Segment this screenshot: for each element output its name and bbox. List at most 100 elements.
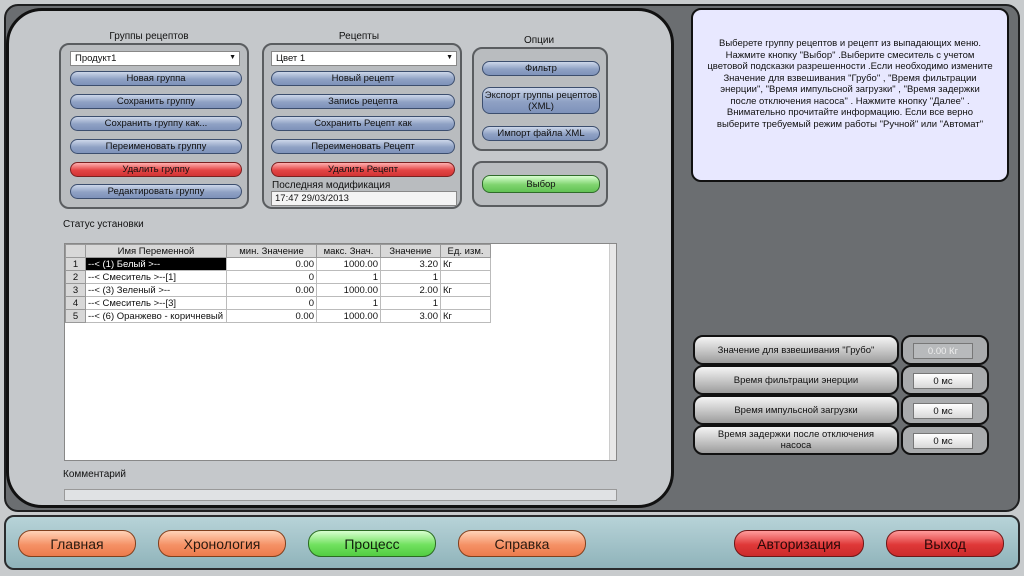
recipe-select-value: Цвет 1 xyxy=(276,53,306,64)
param-row-pulse-time: Время импульсной загрузки 0 мс xyxy=(693,395,991,425)
max-value-cell: 1000.00 xyxy=(316,283,381,297)
variable-name-cell: --< Смеситель >--[3] xyxy=(85,296,227,310)
param-label: Время импульсной загрузки xyxy=(693,395,899,425)
filter-time-value[interactable]: 0 мс xyxy=(913,373,973,389)
min-value-cell: 0.00 xyxy=(226,257,317,271)
options-box: Фильтр Экспорт группы рецептов (XML) Имп… xyxy=(472,47,608,151)
status-grid: Имя Переменной мин. Значение макс. Знач.… xyxy=(65,244,491,323)
unit-cell: Кг xyxy=(440,257,491,271)
param-label: Время задержки после отключения насоса xyxy=(693,425,899,455)
table-row[interactable]: 4 --< Смеситель >--[3] 0 1 1 xyxy=(65,296,491,310)
param-value-frame: 0 мс xyxy=(901,425,989,455)
row-number: 3 xyxy=(65,283,86,297)
rename-recipe-button[interactable]: Переименовать Рецепт xyxy=(271,139,455,154)
unit-cell: Кг xyxy=(440,283,491,297)
comment-label: Комментарий xyxy=(63,469,126,480)
variable-name-cell: --< (3) Зеленый >-- xyxy=(85,283,227,297)
recipe-select[interactable]: Цвет 1 ▼ xyxy=(271,51,457,66)
max-value-cell: 1 xyxy=(316,270,381,284)
max-value-cell: 1000.00 xyxy=(316,257,381,271)
rename-group-button[interactable]: Переименовать группу xyxy=(70,139,242,154)
nav-auth-button[interactable]: Авторизация xyxy=(734,530,864,557)
unit-cell xyxy=(440,270,491,284)
param-row-pump-delay: Время задержки после отключения насоса 0… xyxy=(693,425,991,455)
recipes-title: Рецепты xyxy=(338,31,380,42)
new-recipe-button[interactable]: Новый рецепт xyxy=(271,71,455,86)
select-button[interactable]: Выбор xyxy=(482,175,600,193)
status-title: Статус установки xyxy=(63,219,144,230)
param-row-coarse: Значение для взвешивания "Грубо" 0.00 Кг xyxy=(693,335,991,365)
value-cell: 1 xyxy=(380,296,441,310)
unit-cell: Кг xyxy=(440,309,491,323)
recipe-groups-title: Группы рецептов xyxy=(109,31,189,42)
min-value-cell: 0.00 xyxy=(226,283,317,297)
table-row[interactable]: 2 --< Смеситель >--[1] 0 1 1 xyxy=(65,270,491,284)
column-header[interactable]: макс. Знач. xyxy=(316,244,381,258)
unit-cell xyxy=(440,296,491,310)
variable-name-cell: --< (1) Белый >-- xyxy=(85,257,227,271)
coarse-weight-value[interactable]: 0.00 Кг xyxy=(913,343,973,359)
min-value-cell: 0.00 xyxy=(226,309,317,323)
param-value-frame: 0 мс xyxy=(901,395,989,425)
bottom-navigation: Главная Хронология Процесс Справка Автор… xyxy=(4,515,1020,570)
table-row[interactable]: 3 --< (3) Зеленый >-- 0.00 1000.00 2.00 Кг xyxy=(65,283,491,297)
param-row-filter-time: Время фильтрации энерции 0 мс xyxy=(693,365,991,395)
comment-field[interactable] xyxy=(64,489,617,501)
row-number-header xyxy=(65,244,86,258)
instructions-text: Выберете группу рецептов и рецепт из вып… xyxy=(691,8,1009,182)
param-value-frame: 0.00 Кг xyxy=(901,335,989,365)
min-value-cell: 0 xyxy=(226,270,317,284)
row-number: 4 xyxy=(65,296,86,310)
save-group-as-button[interactable]: Сохранить группу как... xyxy=(70,116,242,131)
status-table: Имя Переменной мин. Значение макс. Знач.… xyxy=(64,243,617,461)
import-xml-button[interactable]: Импорт файла XML xyxy=(482,126,600,141)
row-number: 5 xyxy=(65,309,86,323)
pulse-time-value[interactable]: 0 мс xyxy=(913,403,973,419)
options-title: Опции xyxy=(523,35,555,46)
param-label: Значение для взвешивания "Грубо" xyxy=(693,335,899,365)
last-modified-label: Последняя модификация xyxy=(272,180,391,191)
save-group-button[interactable]: Сохранить группу xyxy=(70,94,242,109)
nav-exit-button[interactable]: Выход xyxy=(886,530,1004,557)
save-recipe-as-button[interactable]: Сохранить Рецепт как xyxy=(271,116,455,131)
recipe-group-select[interactable]: Продукт1 ▼ xyxy=(70,51,240,66)
recipe-groups-box: Продукт1 ▼ Новая группа Сохранить группу… xyxy=(59,43,249,209)
column-header[interactable]: Имя Переменной xyxy=(85,244,227,258)
max-value-cell: 1 xyxy=(316,296,381,310)
recipe-group-select-value: Продукт1 xyxy=(75,53,117,64)
edit-group-button[interactable]: Редактировать группу xyxy=(70,184,242,199)
column-header[interactable]: мин. Значение xyxy=(226,244,317,258)
chevron-down-icon: ▼ xyxy=(229,54,236,61)
new-group-button[interactable]: Новая группа xyxy=(70,71,242,86)
column-header[interactable]: Ед. изм. xyxy=(440,244,491,258)
param-label: Время фильтрации энерции xyxy=(693,365,899,395)
nav-chronology-button[interactable]: Хронология xyxy=(158,530,286,557)
variable-name-cell: --< Смеситель >--[1] xyxy=(85,270,227,284)
chevron-down-icon: ▼ xyxy=(446,54,453,61)
select-box: Выбор xyxy=(472,161,608,207)
variable-name-cell: --< (6) Оранжево - коричневый xyxy=(85,309,227,323)
recipes-box: Цвет 1 ▼ Новый рецепт Запись рецепта Сох… xyxy=(262,43,462,209)
nav-process-button[interactable]: Процесс xyxy=(308,530,436,557)
recipe-panel: Группы рецептов Продукт1 ▼ Новая группа … xyxy=(6,8,674,508)
column-header[interactable]: Значение xyxy=(380,244,441,258)
value-cell: 3.20 xyxy=(380,257,441,271)
row-number: 1 xyxy=(65,257,86,271)
table-row[interactable]: 1 --< (1) Белый >-- 0.00 1000.00 3.20 Кг xyxy=(65,257,491,271)
min-value-cell: 0 xyxy=(226,296,317,310)
value-cell: 1 xyxy=(380,270,441,284)
filter-button[interactable]: Фильтр xyxy=(482,61,600,76)
pump-delay-value[interactable]: 0 мс xyxy=(913,433,973,449)
nav-home-button[interactable]: Главная xyxy=(18,530,136,557)
row-number: 2 xyxy=(65,270,86,284)
delete-recipe-button[interactable]: Удалить Рецепт xyxy=(271,162,455,177)
table-row[interactable]: 5 --< (6) Оранжево - коричневый 0.00 1000.0… xyxy=(65,309,491,323)
nav-help-button[interactable]: Справка xyxy=(458,530,586,557)
table-scrollbar[interactable] xyxy=(609,244,616,460)
export-xml-button[interactable]: Экспорт группы рецептов (XML) xyxy=(482,87,600,114)
param-value-frame: 0 мс xyxy=(901,365,989,395)
record-recipe-button[interactable]: Запись рецепта xyxy=(271,94,455,109)
last-modified-value: 17:47 29/03/2013 xyxy=(271,191,457,206)
delete-group-button[interactable]: Удалить группу xyxy=(70,162,242,177)
value-cell: 2.00 xyxy=(380,283,441,297)
